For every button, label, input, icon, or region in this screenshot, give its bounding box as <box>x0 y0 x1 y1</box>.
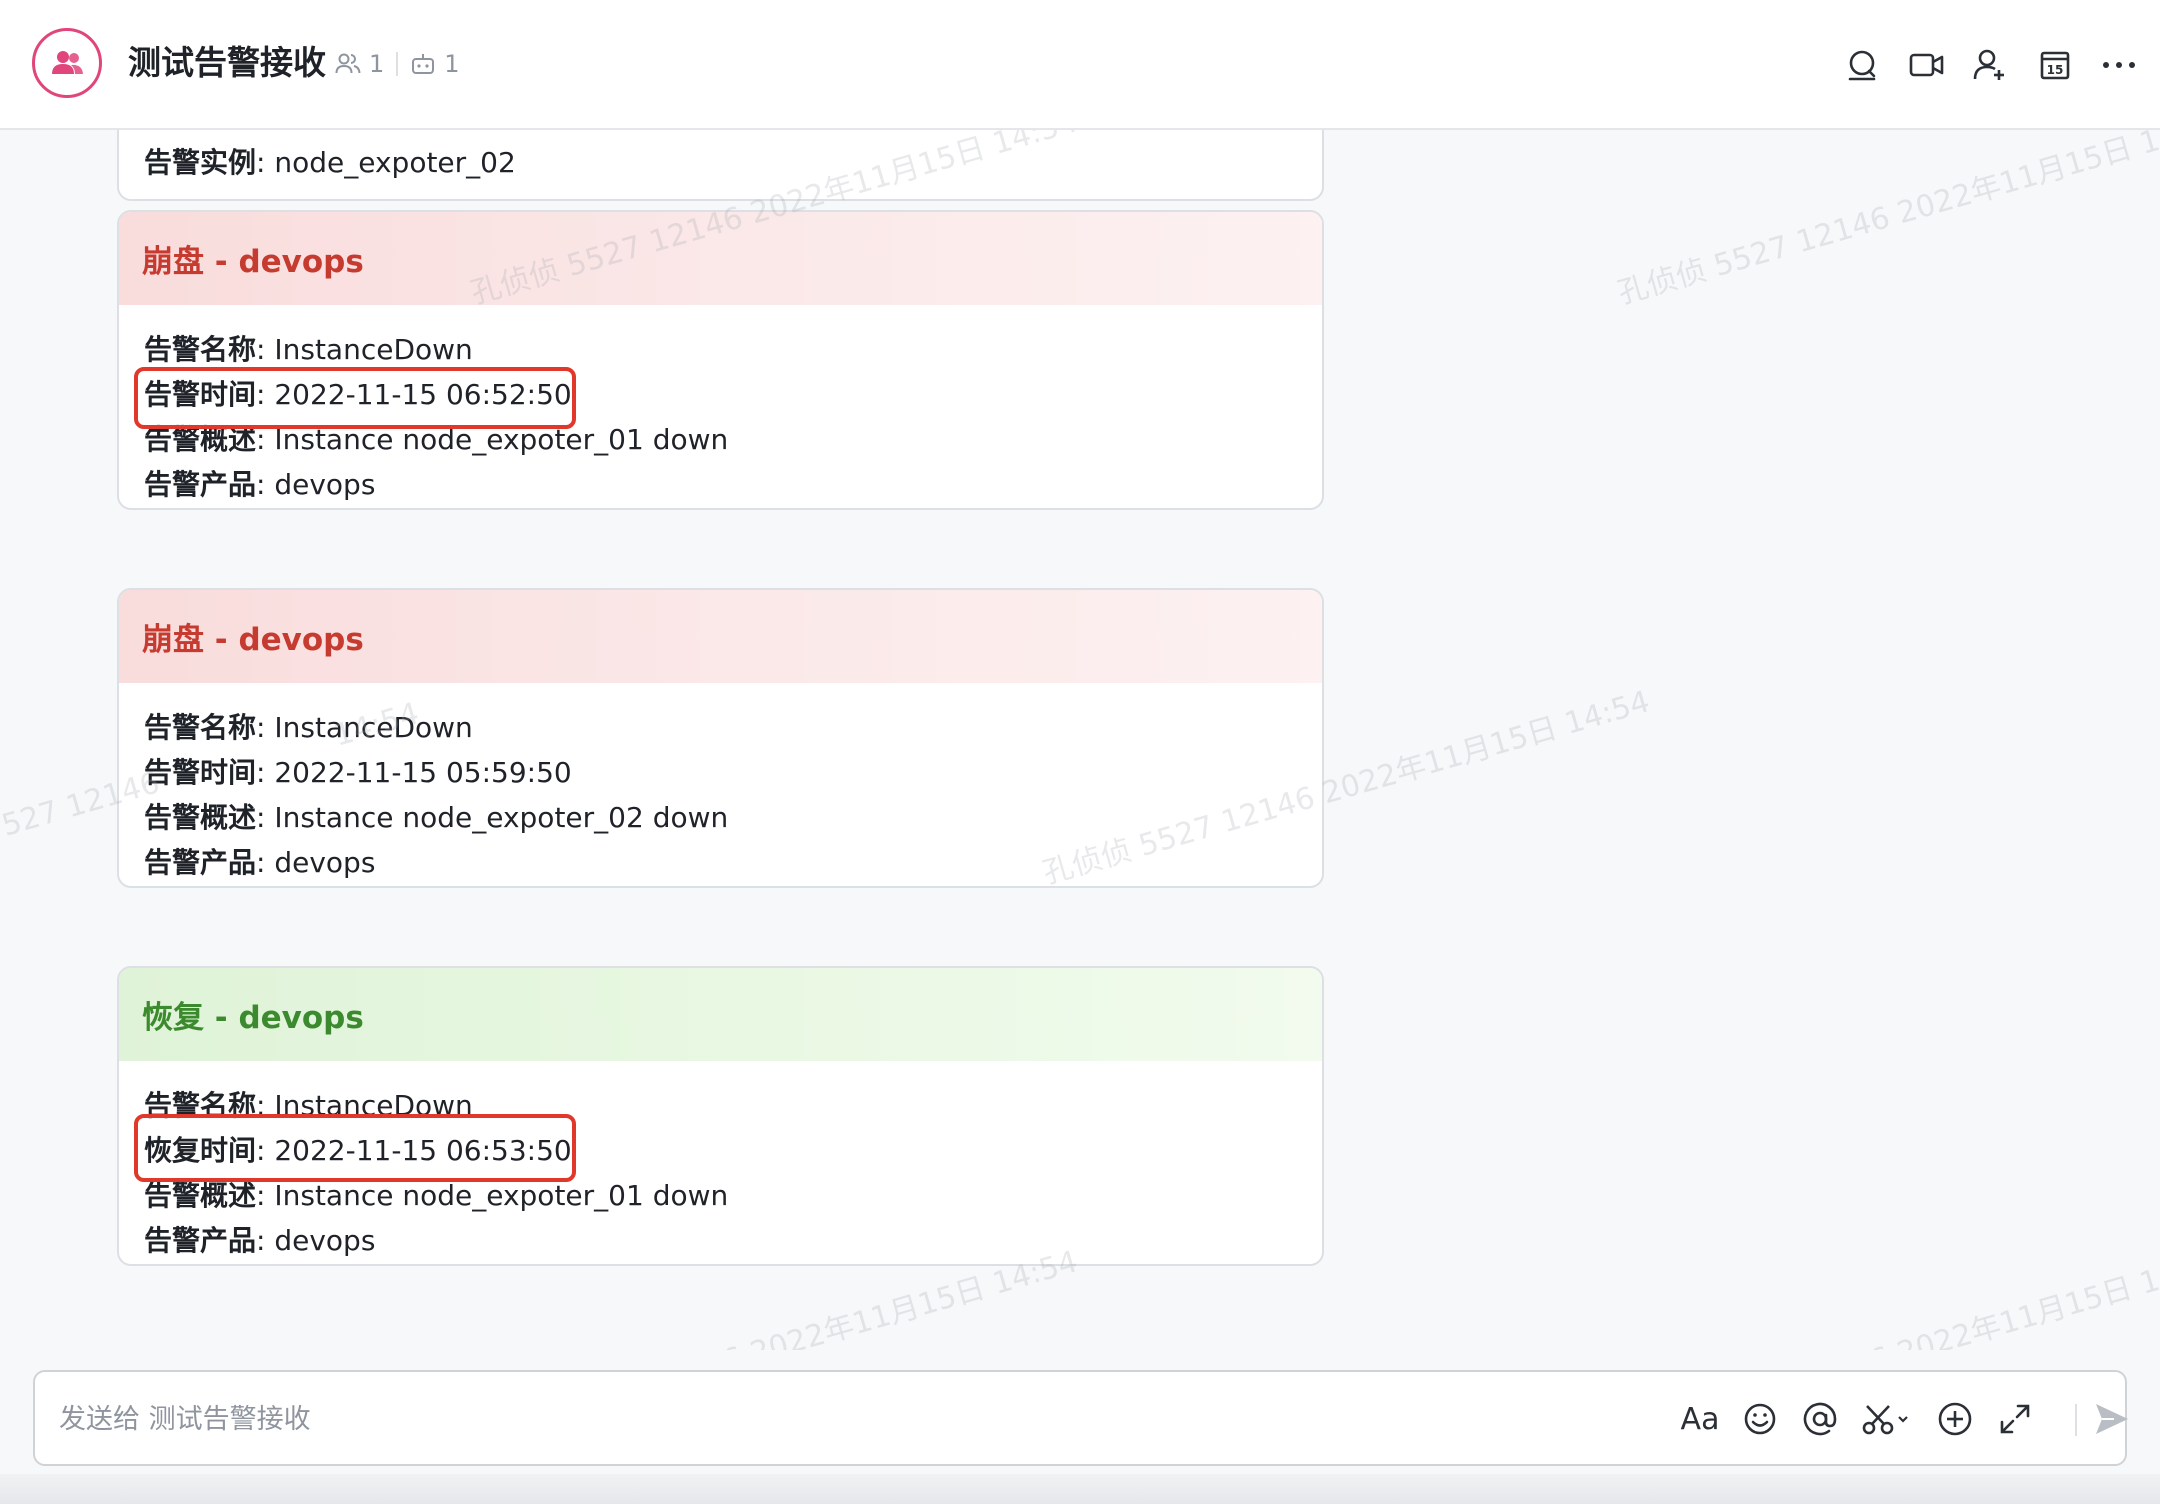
calendar-day: 15 <box>2047 63 2064 77</box>
card-row: 告警产品: devops <box>144 1224 376 1257</box>
expand-icon <box>2000 1404 2030 1434</box>
search-icon <box>1848 50 1876 81</box>
calendar-icon: 15 <box>2040 51 2070 80</box>
video-call-icon <box>1909 53 1944 77</box>
window-bottom-edge <box>0 1474 2160 1504</box>
card-body: 告警名称: InstanceDown 恢复时间: 2022-11-15 06:5… <box>119 1061 1322 1264</box>
font-style-button[interactable]: Aa <box>1675 1394 1725 1444</box>
message-card-recovered[interactable]: 恢复 - devops 告警名称: InstanceDown 恢复时间: 202… <box>117 966 1324 1266</box>
card-row: 告警名称: InstanceDown <box>144 333 473 366</box>
emoji-icon <box>1744 1403 1776 1435</box>
add-member-button[interactable] <box>1965 40 2015 90</box>
send-icon <box>2096 1404 2128 1434</box>
send-button[interactable] <box>2087 1394 2137 1444</box>
add-button[interactable] <box>1930 1394 1980 1444</box>
card-row: 告警实例: node_expoter_02 <box>144 146 516 179</box>
message-input[interactable] <box>57 1394 1561 1444</box>
row-key: 告警实例 <box>144 146 257 179</box>
card-row: 告警概述: Instance node_expoter_01 down <box>144 1179 729 1212</box>
card-row: 告警实例: node_expoter_02 <box>144 885 1322 886</box>
mention-button[interactable] <box>1795 1394 1845 1444</box>
card-row-recovery-time: 恢复时间: 2022-11-15 06:53:50 <box>144 1134 572 1167</box>
search-button[interactable] <box>1838 40 1888 90</box>
calendar-button[interactable]: 15 <box>2030 40 2080 90</box>
mention-icon <box>1803 1402 1837 1436</box>
expand-button[interactable] <box>1990 1394 2040 1444</box>
card-row: 告警概述: Instance node_expoter_01 down <box>144 423 729 456</box>
message-list[interactable]: 告警实例: node_expoter_02 崩盘 - devops 告警名称: … <box>0 130 2160 1350</box>
screenshot-button[interactable] <box>1857 1394 1917 1444</box>
more-button[interactable] <box>2094 40 2144 90</box>
card-title: 恢复 - devops <box>119 968 1322 1061</box>
card-row: 告警实例: node_expoter_01 <box>144 1263 1322 1264</box>
card-body: 告警名称: InstanceDown 告警时间: 2022-11-15 06:5… <box>119 305 1322 508</box>
watermark: 孔侦侦 5527 12146 2022年11月15日 14:54 <box>1614 130 2160 312</box>
screenshot-icon <box>1862 1405 1908 1435</box>
card-title: 崩盘 - devops <box>119 212 1322 305</box>
add-member-icon <box>1973 49 2004 80</box>
watermark: 孔侦侦 5527 12146 2022年11月15日 14:54 <box>1614 1244 2160 1350</box>
card-row: 告警名称: InstanceDown <box>144 1089 473 1122</box>
video-call-button[interactable] <box>1902 40 1952 90</box>
card-row: 告警概述: Instance node_expoter_02 down <box>144 801 729 834</box>
message-card-alert-2[interactable]: 崩盘 - devops 告警名称: InstanceDown 告警时间: 202… <box>117 588 1324 888</box>
card-row: 告警产品: devops <box>144 468 376 501</box>
card-row-alert-time: 告警时间: 2022-11-15 05:59:50 <box>144 756 572 789</box>
card-title: 崩盘 - devops <box>119 590 1322 683</box>
card-row: 告警实例: node_expoter_01 <box>144 507 1322 508</box>
header-toolbar: 15 <box>0 40 2160 90</box>
more-icon <box>2103 62 2135 68</box>
card-row-alert-time: 告警时间: 2022-11-15 06:52:50 <box>144 378 572 411</box>
message-composer: Aa <box>33 1370 2128 1466</box>
card-row: 告警产品: devops <box>144 846 376 879</box>
chat-header: 测试告警接收 1 1 15 <box>0 0 2160 130</box>
card-row: 告警名称: InstanceDown <box>144 711 473 744</box>
font-style-icon: Aa <box>1680 1401 1720 1437</box>
emoji-button[interactable] <box>1735 1394 1785 1444</box>
row-value: node_expoter_02 <box>274 146 516 179</box>
add-icon <box>1938 1402 1972 1436</box>
composer-divider <box>2075 1404 2077 1436</box>
message-card-partial: 告警实例: node_expoter_02 <box>117 130 1324 201</box>
card-body: 告警名称: InstanceDown 告警时间: 2022-11-15 05:5… <box>119 683 1322 886</box>
message-card-alert-1[interactable]: 崩盘 - devops 告警名称: InstanceDown 告警时间: 202… <box>117 210 1324 510</box>
